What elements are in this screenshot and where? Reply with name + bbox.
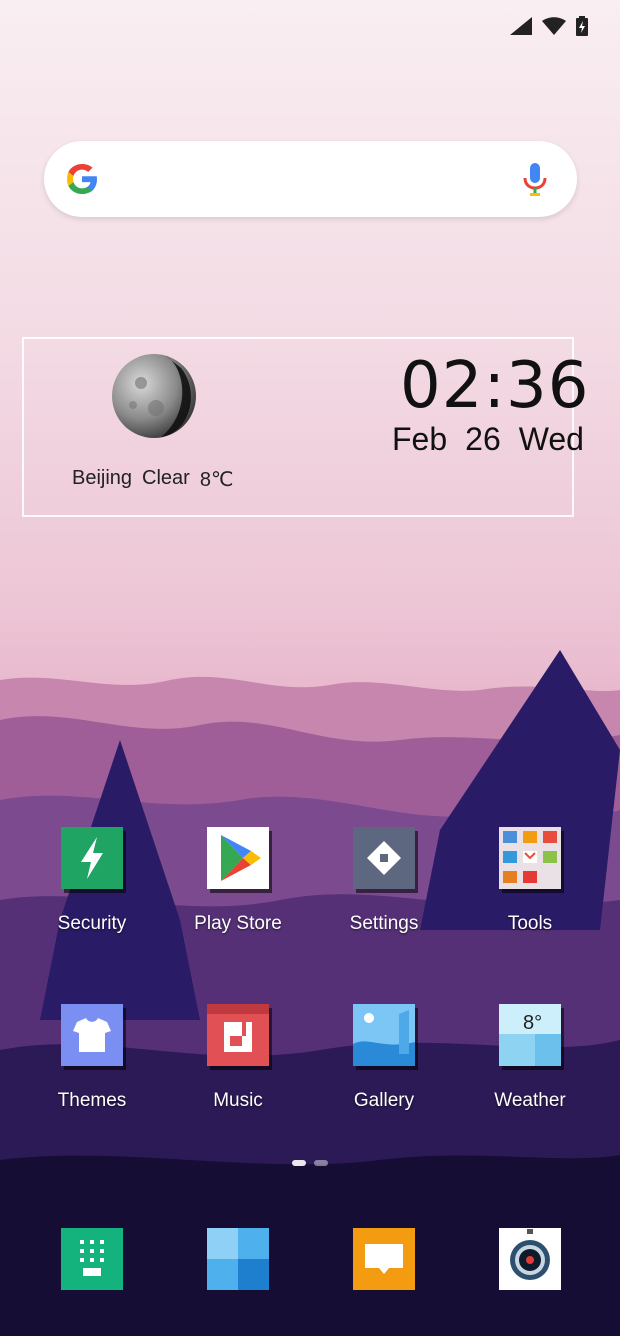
app-music[interactable]: Music bbox=[168, 1004, 308, 1112]
app-label: Settings bbox=[349, 913, 419, 934]
app-label: Gallery bbox=[353, 1090, 415, 1111]
app-security[interactable]: Security bbox=[22, 827, 162, 935]
status-bar bbox=[510, 16, 588, 36]
weather-icon: 8° bbox=[499, 1004, 561, 1066]
wifi-icon bbox=[542, 17, 566, 35]
moon-icon bbox=[112, 354, 196, 438]
weather-city: Beijing bbox=[72, 467, 133, 489]
dock-phone[interactable] bbox=[22, 1228, 162, 1290]
app-label: Themes bbox=[57, 1090, 127, 1111]
weather-summary: Beijing Clear 8℃ bbox=[72, 467, 233, 492]
gallery-icon bbox=[353, 1004, 415, 1066]
cell-signal-icon bbox=[510, 17, 532, 35]
app-label: Play Store bbox=[194, 913, 282, 934]
dock-messages[interactable] bbox=[314, 1228, 454, 1290]
messages-icon bbox=[353, 1228, 415, 1290]
clock-weather-widget[interactable]: Beijing Clear 8℃ 02:36 Feb 26 Wed bbox=[22, 337, 588, 517]
weather-icon-temperature: 8° bbox=[523, 1012, 543, 1034]
date-month: Feb bbox=[392, 421, 448, 457]
date-day: 26 bbox=[465, 421, 501, 457]
dock-camera[interactable] bbox=[460, 1228, 600, 1290]
security-bolt-icon bbox=[61, 827, 123, 889]
contacts-tiles-icon bbox=[207, 1228, 269, 1290]
app-tools-folder[interactable]: Tools bbox=[460, 827, 600, 935]
camera-icon bbox=[499, 1228, 561, 1290]
tools-folder-icon bbox=[499, 827, 561, 889]
google-search-bar[interactable] bbox=[44, 141, 577, 217]
app-label: Security bbox=[57, 913, 127, 934]
page-dot-active bbox=[292, 1160, 306, 1166]
date-weekday: Wed bbox=[518, 421, 584, 457]
app-themes[interactable]: Themes bbox=[22, 1004, 162, 1112]
app-label: Tools bbox=[507, 913, 553, 934]
page-dot bbox=[314, 1160, 328, 1166]
app-settings[interactable]: Settings bbox=[314, 827, 454, 935]
clock-time: 02:36 bbox=[400, 349, 590, 423]
music-icon bbox=[207, 1004, 269, 1066]
play-store-icon bbox=[207, 827, 269, 889]
battery-charging-icon bbox=[576, 16, 588, 36]
settings-gear-icon bbox=[353, 827, 415, 889]
page-indicator bbox=[292, 1160, 328, 1166]
themes-shirt-icon bbox=[61, 1004, 123, 1066]
app-weather[interactable]: 8° Weather bbox=[460, 1004, 600, 1112]
app-play-store[interactable]: Play Store bbox=[168, 827, 308, 935]
microphone-icon[interactable] bbox=[523, 163, 547, 197]
google-g-icon bbox=[67, 164, 97, 194]
app-label: Weather bbox=[494, 1090, 566, 1111]
app-label: Music bbox=[213, 1090, 263, 1111]
wallpaper-landscape bbox=[0, 650, 620, 1336]
app-gallery[interactable]: Gallery bbox=[314, 1004, 454, 1112]
clock-date: Feb 26 Wed bbox=[392, 421, 584, 458]
weather-temperature: 8℃ bbox=[199, 469, 234, 491]
phone-dialpad-icon bbox=[61, 1228, 123, 1290]
weather-condition: Clear bbox=[142, 467, 190, 489]
dock-contacts[interactable] bbox=[168, 1228, 308, 1290]
